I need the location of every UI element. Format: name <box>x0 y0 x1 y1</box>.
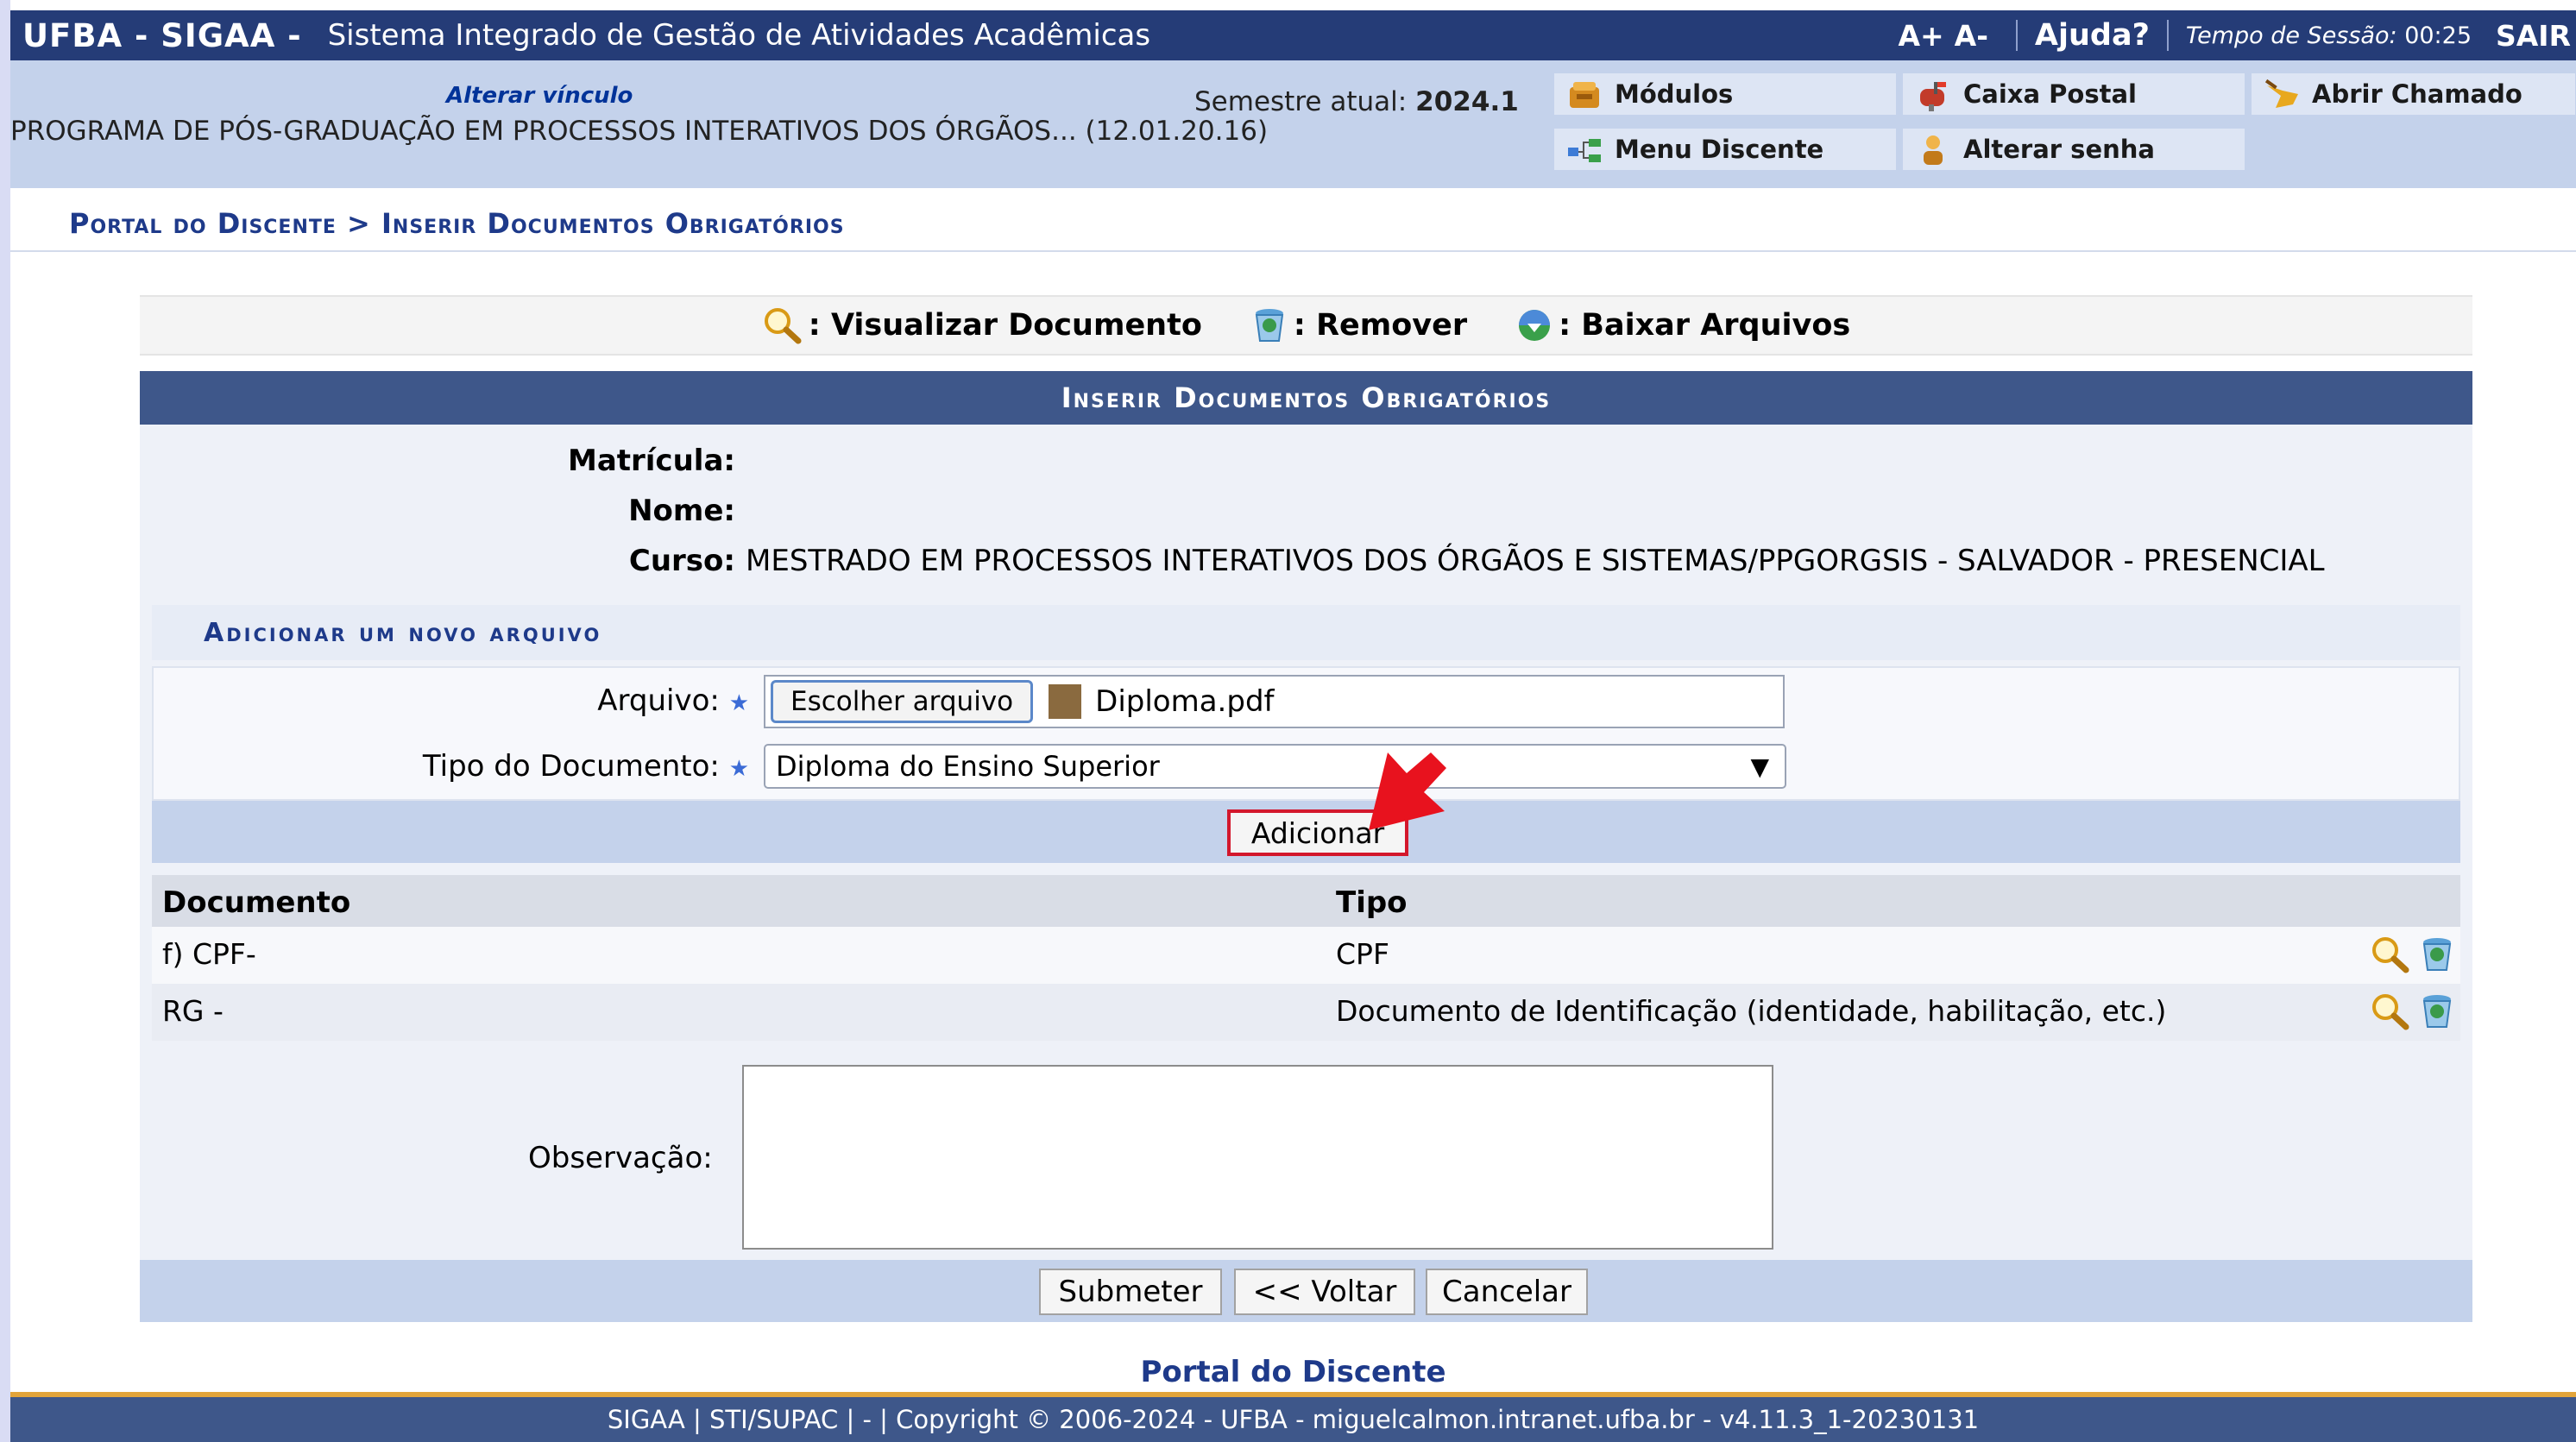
remove-document-icon[interactable] <box>2418 935 2456 973</box>
help-link[interactable]: Ajuda? <box>2035 18 2150 53</box>
legend-baixar-label: : Baixar Arquivos <box>1559 308 1851 343</box>
choose-file-button[interactable]: Escolher arquivo <box>771 680 1034 723</box>
matricula-label: Matrícula: <box>567 444 735 478</box>
documents-table-header: Documento Tipo <box>152 875 2460 927</box>
add-button-bar: Adicionar <box>152 801 2460 863</box>
trash-icon <box>1255 309 1284 342</box>
user-key-icon <box>1924 135 1943 165</box>
info-band: Alterar vínculo PROGRAMA DE PÓS-GRADUAÇÃ… <box>10 60 2576 188</box>
abrir-chamado-label: Abrir Chamado <box>2312 79 2522 109</box>
arquivo-label: Arquivo: ★ <box>154 683 749 718</box>
cancelar-button[interactable]: Cancelar <box>1426 1269 1588 1315</box>
table-row: f) CPF- CPF <box>152 927 2460 984</box>
modules-icon <box>1570 82 1599 108</box>
action-button-bar: Submeter << Voltar Cancelar <box>140 1260 2472 1322</box>
caixa-postal-button[interactable]: Caixa Postal <box>1902 72 2245 116</box>
download-icon <box>1519 310 1551 341</box>
session-time: 00:25 <box>2404 22 2472 49</box>
portal-discente-link[interactable]: Portal do Discente <box>10 1355 2576 1389</box>
curso-value: MESTRADO EM PROCESSOS INTERATIVOS DOS ÓR… <box>746 544 2325 578</box>
footer: SIGAA | STI/SUPAC | - | Copyright © 2006… <box>10 1392 2576 1442</box>
table-row: RG - Documento de Identificação (identid… <box>152 984 2460 1041</box>
legend-remover-label: : Remover <box>1293 308 1468 343</box>
nome-label: Nome: <box>628 494 735 528</box>
selected-file-name: Diploma.pdf <box>1095 684 1275 719</box>
menu-discente-label: Menu Discente <box>1615 135 1824 164</box>
required-star-icon: ★ <box>728 756 749 782</box>
system-name: Sistema Integrado de Gestão de Atividade… <box>327 18 1151 53</box>
breadcrumb: Portal do Discente > Inserir Documentos … <box>69 207 845 240</box>
copyright-text: SIGAA | STI/SUPAC | - | Copyright © 2006… <box>607 1405 1980 1434</box>
submeter-button[interactable]: Submeter <box>1039 1269 1222 1315</box>
divider <box>2015 20 2018 51</box>
alterar-vinculo-link[interactable]: Alterar vínculo <box>446 83 633 109</box>
font-increase-button[interactable]: A+ <box>1898 19 1943 53</box>
page: UFBA - SIGAA - Sistema Integrado de Gest… <box>10 0 2576 1442</box>
menu-discente-button[interactable]: Menu Discente <box>1553 128 1897 171</box>
column-tipo: Tipo <box>1336 885 1408 920</box>
row-tipo: Documento de Identificação (identidade, … <box>1336 994 2167 1028</box>
legend-baixar: : Baixar Arquivos <box>1515 306 1850 344</box>
chevron-down-icon: ▼ <box>1750 752 1769 781</box>
program-name: PROGRAMA DE PÓS-GRADUAÇÃO EM PROCESSOS I… <box>10 116 1269 147</box>
pointer-arrow-icon <box>1369 752 1446 830</box>
tipo-label: Tipo do Documento: ★ <box>154 749 749 784</box>
font-decrease-button[interactable]: A- <box>1955 19 1988 53</box>
observacao-textarea[interactable] <box>742 1065 1773 1250</box>
column-documento: Documento <box>162 885 351 920</box>
remove-document-icon[interactable] <box>2418 992 2456 1030</box>
legend-remover: : Remover <box>1250 306 1467 344</box>
top-right-controls: A+ A- Ajuda? Tempo de Sessão: 00:25 SAIR <box>1898 10 2576 60</box>
session-label: Tempo de Sessão: <box>2185 22 2397 49</box>
pdf-file-icon <box>1049 684 1082 719</box>
current-semester: Semestre atual: 2024.1 <box>1194 86 1519 117</box>
row-documento: f) CPF- <box>162 937 256 971</box>
add-file-form: Arquivo: ★ Escolher arquivo Diploma.pdf … <box>152 666 2460 801</box>
caixa-postal-label: Caixa Postal <box>1963 79 2137 109</box>
add-file-section-title: Adicionar um novo arquivo <box>152 605 2460 660</box>
form-box: Matrícula: Nome: Curso: MESTRADO EM PROC… <box>140 425 2472 1322</box>
semester-label: Semestre atual: <box>1194 86 1408 117</box>
abrir-chamado-button[interactable]: Abrir Chamado <box>2251 72 2576 116</box>
view-document-icon[interactable] <box>2370 992 2411 1030</box>
alterar-senha-button[interactable]: Alterar senha <box>1902 128 2245 171</box>
legend-visualizar-label: : Visualizar Documento <box>808 308 1202 343</box>
logout-link[interactable]: SAIR <box>2496 19 2571 53</box>
row-documento: RG - <box>162 994 224 1028</box>
top-bar: UFBA - SIGAA - Sistema Integrado de Gest… <box>10 10 2576 60</box>
sitemap-icon <box>1568 139 1601 162</box>
arquivo-label-text: Arquivo: <box>597 683 720 718</box>
voltar-button[interactable]: << Voltar <box>1234 1269 1415 1315</box>
divider <box>2166 20 2169 51</box>
form-title: Inserir Documentos Obrigatórios <box>140 371 2472 425</box>
tipo-selected-value: Diploma do Ensino Superior <box>776 750 1160 783</box>
session-timer: Tempo de Sessão: 00:25 <box>2186 22 2472 49</box>
modulos-label: Módulos <box>1615 79 1734 109</box>
broom-icon <box>2264 79 2298 108</box>
mailbox-icon <box>1920 82 1946 111</box>
file-input[interactable]: Escolher arquivo Diploma.pdf <box>764 675 1785 728</box>
brand-logo-text[interactable]: UFBA - SIGAA - <box>22 17 302 54</box>
divider <box>10 250 2576 252</box>
curso-label: Curso: <box>628 544 735 578</box>
alterar-senha-label: Alterar senha <box>1963 135 2155 164</box>
magnifier-icon <box>764 308 802 344</box>
tipo-label-text: Tipo do Documento: <box>422 749 720 784</box>
view-document-icon[interactable] <box>2370 935 2411 973</box>
observacao-label: Observação: <box>528 1141 713 1175</box>
legend-visualizar: : Visualizar Documento <box>762 306 1202 344</box>
semester-value: 2024.1 <box>1415 86 1519 117</box>
icon-legend: : Visualizar Documento : Remover : Baixa… <box>140 295 2472 356</box>
row-tipo: CPF <box>1336 937 1389 971</box>
required-star-icon: ★ <box>728 690 749 716</box>
modulos-button[interactable]: Módulos <box>1553 72 1897 116</box>
tipo-documento-select[interactable]: Diploma do Ensino Superior ▼ <box>764 744 1786 789</box>
